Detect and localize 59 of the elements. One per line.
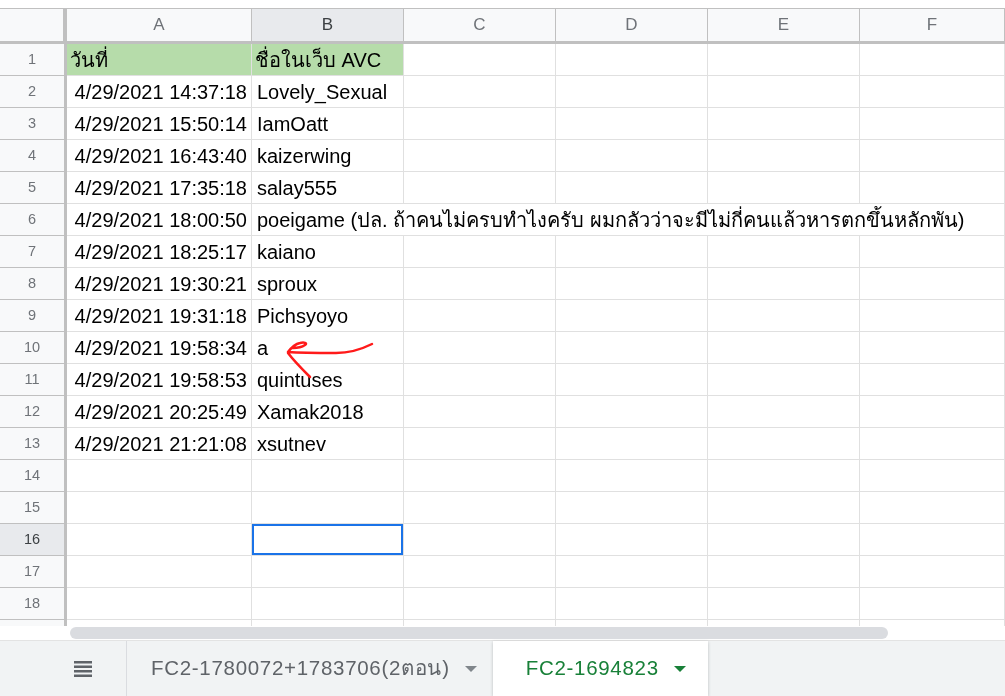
table-cell: a	[252, 332, 404, 364]
selected-cell[interactable]	[252, 524, 404, 556]
row-header[interactable]: 4	[0, 140, 67, 172]
table-cell: kaiano	[252, 236, 404, 268]
header-cell: ชื่อในเว็บ AVC	[252, 44, 404, 76]
table-cell: poeigame (ปล. ถ้าคนไม่ครบทำไงครับ ผมกลัวว่าจะมีไม่กี่คนแล้วหารตกขึ้นหลักพัน)	[252, 204, 1005, 236]
table-cell: quintuses	[252, 364, 404, 396]
caret-icon	[673, 665, 686, 672]
row-header[interactable]: 2	[0, 76, 67, 108]
column-header[interactable]: B	[252, 8, 404, 44]
column-header[interactable]: F	[860, 8, 1005, 44]
caret-icon	[464, 665, 477, 672]
table-cell: xsutnev	[252, 428, 404, 460]
row-header[interactable]: 8	[0, 268, 67, 300]
row-header[interactable]	[0, 620, 67, 626]
column-header[interactable]: C	[404, 8, 556, 44]
table-cell: 4/29/2021 16:43:40	[67, 140, 252, 172]
column-header[interactable]: D	[556, 8, 708, 44]
column-header[interactable]: A	[67, 8, 252, 44]
row-header[interactable]: 12	[0, 396, 67, 428]
table-cell: Pichsyoyo	[252, 300, 404, 332]
row-header[interactable]: 6	[0, 204, 67, 236]
row-header[interactable]: 15	[0, 492, 67, 524]
table-cell: 4/29/2021 18:00:50	[67, 204, 252, 236]
row-header[interactable]: 3	[0, 108, 67, 140]
table-cell: 4/29/2021 18:25:17	[67, 236, 252, 268]
table-cell: Xamak2018	[252, 396, 404, 428]
table-cell: Lovely_Sexual	[252, 76, 404, 108]
table-cell: 4/29/2021 19:30:21	[67, 268, 252, 300]
row-header[interactable]: 16	[0, 524, 67, 556]
table-cell: 4/29/2021 21:21:08	[67, 428, 252, 460]
table-cell: kaizerwing	[252, 140, 404, 172]
row-header[interactable]: 18	[0, 588, 67, 620]
row-header[interactable]: 14	[0, 460, 67, 492]
row-header[interactable]: 9	[0, 300, 67, 332]
menu-icon	[74, 660, 92, 677]
sheet-tab[interactable]: FC2-1780072+1783706(2ตอน)	[126, 641, 493, 696]
table-cell: 4/29/2021 17:35:18	[67, 172, 252, 204]
scrollbar-thumb[interactable]	[70, 627, 888, 639]
header-cell: วันที่	[67, 44, 252, 76]
row-header[interactable]: 17	[0, 556, 67, 588]
row-header[interactable]: 10	[0, 332, 67, 364]
table-cell: 4/29/2021 19:58:53	[67, 364, 252, 396]
table-cell: 4/29/2021 15:50:14	[67, 108, 252, 140]
table-cell: 4/29/2021 14:37:18	[67, 76, 252, 108]
table-cell: IamOatt	[252, 108, 404, 140]
row-header[interactable]: 7	[0, 236, 67, 268]
table-cell: 4/29/2021 19:58:34	[67, 332, 252, 364]
table-cell: 4/29/2021 19:31:18	[67, 300, 252, 332]
sheet-tab[interactable]: FC2-1694823	[492, 641, 708, 696]
table-cell: 4/29/2021 20:25:49	[67, 396, 252, 428]
row-header[interactable]: 13	[0, 428, 67, 460]
table-cell: salay555	[252, 172, 404, 204]
select-all-corner[interactable]	[0, 8, 67, 44]
row-header[interactable]: 11	[0, 364, 67, 396]
row-header[interactable]: 1	[0, 44, 67, 76]
column-header[interactable]: E	[708, 8, 860, 44]
table-cell: sproux	[252, 268, 404, 300]
row-header[interactable]: 5	[0, 172, 67, 204]
